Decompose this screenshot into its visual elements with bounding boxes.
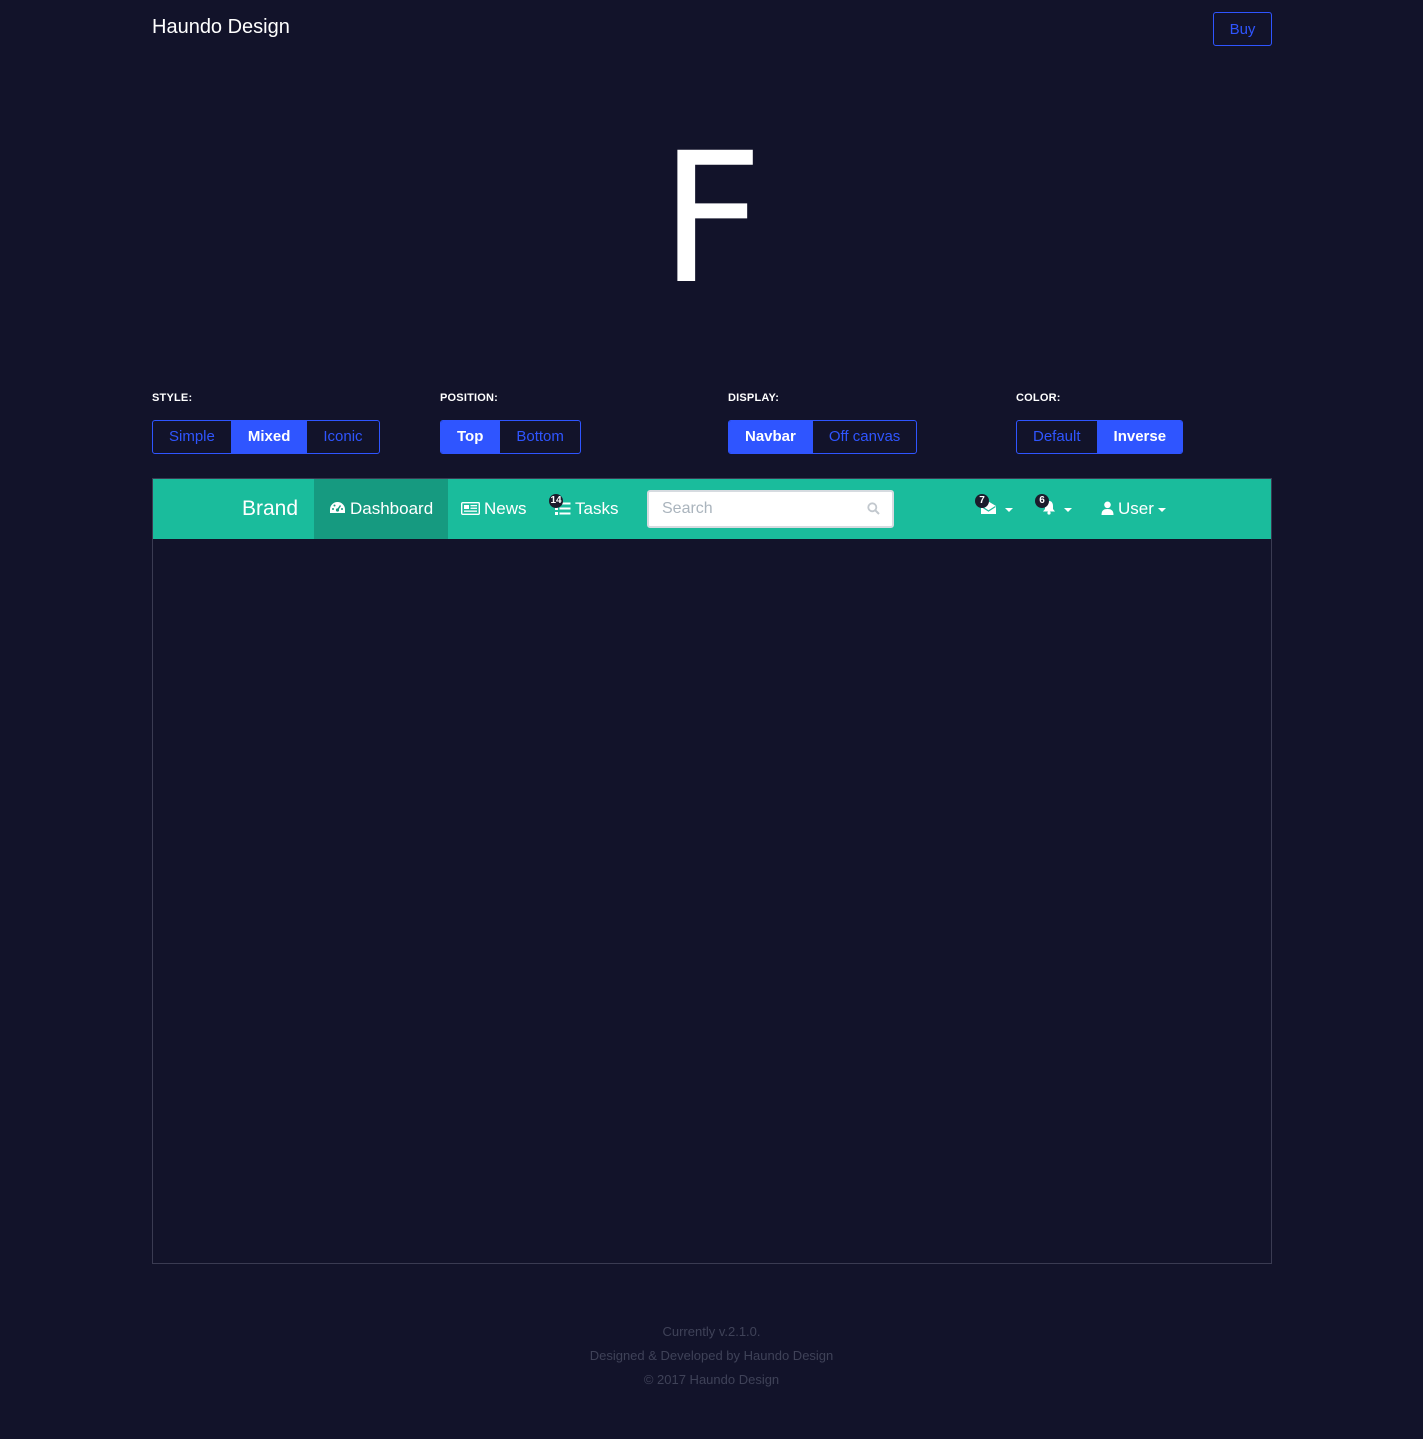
display-off-canvas-button[interactable]: Off canvas xyxy=(813,421,916,453)
footer-credit: Designed & Developed by Haundo Design xyxy=(589,1348,834,1363)
style-simple-button[interactable]: Simple xyxy=(153,421,232,453)
messages-dropdown[interactable]: 7 xyxy=(975,479,1013,540)
messages-badge: 7 xyxy=(975,494,989,508)
search-input[interactable] xyxy=(649,492,885,526)
position-label: POSITION: xyxy=(440,392,499,404)
bell-icon xyxy=(1042,480,1056,540)
display-navbar-button[interactable]: Navbar xyxy=(729,421,813,453)
nav-item-dashboard-label: Dashboard xyxy=(350,499,434,518)
buy-button[interactable]: Buy xyxy=(1213,12,1272,46)
dashboard-icon xyxy=(329,480,346,540)
position-button-group: Top Bottom xyxy=(440,420,581,454)
footer: Currently v.2.1.0. Designed & Developed … xyxy=(0,1320,1423,1392)
position-bottom-button[interactable]: Bottom xyxy=(500,421,580,453)
display-label: DISPLAY: xyxy=(728,392,780,404)
nav-item-tasks[interactable]: 14 Tasks xyxy=(549,479,619,540)
newspaper-icon xyxy=(460,480,481,540)
nav-item-dashboard[interactable]: Dashboard xyxy=(314,479,449,540)
chevron-down-icon xyxy=(1157,507,1166,512)
nav-item-news-label: News xyxy=(484,499,527,518)
logo-letter: F xyxy=(659,115,764,324)
user-dropdown[interactable]: User xyxy=(1101,479,1166,539)
user-label: User xyxy=(1118,499,1154,518)
style-option-group: STYLE: Simple Mixed Iconic xyxy=(152,392,380,454)
color-button-group: Default Inverse xyxy=(1016,420,1184,454)
color-label: COLOR: xyxy=(1016,392,1061,404)
envelope-open-icon xyxy=(980,480,997,540)
preview-navbar: Brand Dashboard News 14 Tasks 7 xyxy=(153,479,1271,539)
footer-copyright: © 2017 Haundo Design xyxy=(643,1372,780,1387)
nav-item-tasks-label: Tasks xyxy=(575,499,619,518)
notifications-badge: 6 xyxy=(1035,494,1049,508)
chevron-down-icon xyxy=(1005,507,1013,512)
style-button-group: Simple Mixed Iconic xyxy=(152,420,380,454)
search-box xyxy=(647,490,894,528)
footer-version: Currently v.2.1.0. xyxy=(662,1324,761,1339)
position-top-button[interactable]: Top xyxy=(441,421,501,453)
display-button-group: Navbar Off canvas xyxy=(728,420,918,454)
color-option-group: COLOR: Default Inverse xyxy=(1016,392,1184,454)
top-bar: Haundo Design Buy xyxy=(152,0,1272,60)
user-icon xyxy=(1101,480,1114,540)
tasks-icon xyxy=(555,480,571,540)
display-option-group: DISPLAY: Navbar Off canvas xyxy=(728,392,918,454)
style-iconic-button[interactable]: Iconic xyxy=(307,421,378,453)
style-label: STYLE: xyxy=(152,392,193,404)
preview-frame: Brand Dashboard News 14 Tasks 7 xyxy=(152,478,1272,1264)
site-title[interactable]: Haundo Design xyxy=(152,16,290,39)
search-icon[interactable] xyxy=(867,502,880,520)
position-option-group: POSITION: Top Bottom xyxy=(440,392,581,454)
color-inverse-button[interactable]: Inverse xyxy=(1097,421,1183,453)
tasks-badge: 14 xyxy=(549,494,563,508)
color-default-button[interactable]: Default xyxy=(1017,421,1098,453)
navbar-brand[interactable]: Brand xyxy=(242,497,298,521)
logo: F xyxy=(0,130,1423,310)
chevron-down-icon xyxy=(1064,507,1072,512)
notifications-dropdown[interactable]: 6 xyxy=(1035,479,1072,540)
style-mixed-button[interactable]: Mixed xyxy=(231,421,308,453)
nav-item-news[interactable]: News xyxy=(460,479,527,540)
